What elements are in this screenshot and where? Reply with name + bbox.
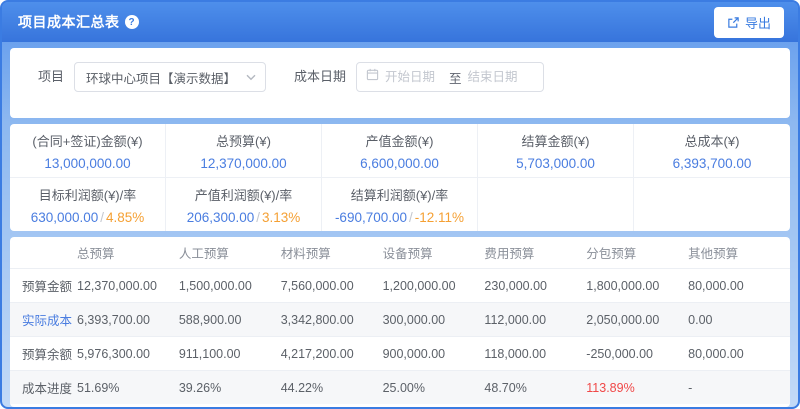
summary-label: 总成本(¥)	[685, 131, 740, 150]
content-area: 项目 环球中心项目【演示数据】 成本日期 至	[2, 42, 798, 407]
table-cell: 112,000.00	[484, 313, 586, 327]
summary-label: 结算利润额(¥)/率	[351, 185, 449, 204]
summary-cell-output-amount: 产值金额(¥) 6,600,000.00	[322, 124, 478, 177]
calendar-icon	[366, 68, 379, 86]
chevron-down-icon	[246, 68, 256, 86]
project-select[interactable]: 环球中心项目【演示数据】	[74, 62, 266, 92]
end-date-input[interactable]	[468, 70, 526, 84]
summary-label: 总预算(¥)	[216, 131, 271, 150]
summary-row-amounts: (合同+签证)金额(¥) 13,000,000.00 总预算(¥) 12,370…	[10, 124, 790, 178]
summary-label: 产值利润额(¥)/率	[195, 185, 293, 204]
summary-cell-settlement-amount: 结算金额(¥) 5,703,000.00	[478, 124, 634, 177]
summary-label: 产值金额(¥)	[366, 131, 434, 150]
summary-cell-total-budget: 总预算(¥) 12,370,000.00	[166, 124, 322, 177]
start-date-input[interactable]	[385, 70, 443, 84]
row-label: 成本进度	[22, 378, 77, 397]
table-row-budget-balance: 预算余额 5,976,300.00 911,100.00 4,217,200.0…	[10, 336, 790, 370]
summary-cell-settlement-profit: 结算利润额(¥)/率 -690,700.00/-12.11%	[322, 178, 478, 231]
help-icon[interactable]: ?	[125, 15, 139, 29]
table-header-subcontract-budget: 分包预算	[586, 243, 688, 262]
summary-cell-total-cost: 总成本(¥) 6,393,700.00	[634, 124, 790, 177]
export-button-label: 导出	[745, 13, 771, 32]
app-window: 项目成本汇总表 ? 导出 项目 环球中心项目【演示数据】	[0, 0, 800, 409]
summary-cell-empty	[634, 178, 790, 231]
table-header-expense-budget: 费用预算	[484, 243, 586, 262]
summary-profit-value: -690,700.00/-12.11%	[335, 210, 464, 225]
table-cell: 6,393,700.00	[77, 313, 179, 327]
table-header-other-budget: 其他预算	[688, 243, 790, 262]
export-icon	[727, 16, 740, 29]
summary-cell-empty	[478, 178, 634, 231]
table-cell: 80,000.00	[688, 347, 790, 361]
filter-card: 项目 环球中心项目【演示数据】 成本日期 至	[10, 48, 790, 118]
table-cell: 118,000.00	[484, 347, 586, 361]
table-cell: 2,050,000.00	[586, 313, 688, 327]
summary-row-profits: 目标利润额(¥)/率 630,000.00/4.85% 产值利润额(¥)/率 2…	[10, 178, 790, 231]
project-select-value: 环球中心项目【演示数据】	[86, 68, 236, 87]
page-title: 项目成本汇总表	[18, 12, 120, 32]
table-cell: 1,800,000.00	[586, 279, 688, 293]
summary-value: 5,703,000.00	[516, 156, 595, 171]
table-cell: 51.69%	[77, 381, 179, 395]
summary-value: 6,393,700.00	[673, 156, 752, 171]
table-cell: 230,000.00	[484, 279, 586, 293]
summary-label: (合同+签证)金额(¥)	[32, 131, 142, 150]
table-cell: 5,976,300.00	[77, 347, 179, 361]
date-range-picker[interactable]: 至	[356, 62, 544, 92]
summary-value: 12,370,000.00	[200, 156, 286, 171]
table-row-cost-progress: 成本进度 51.69% 39.26% 44.22% 25.00% 48.70% …	[10, 370, 790, 404]
table-row-budget-amount: 预算金额 12,370,000.00 1,500,000.00 7,560,00…	[10, 268, 790, 302]
summary-profit-value: 206,300.00/3.13%	[187, 210, 301, 225]
table-cell: 7,560,000.00	[281, 279, 383, 293]
summary-value: 6,600,000.00	[360, 156, 439, 171]
summary-label: 结算金额(¥)	[522, 131, 590, 150]
table-cell: -250,000.00	[586, 347, 688, 361]
title-wrap: 项目成本汇总表 ?	[18, 12, 139, 32]
summary-label: 目标利润额(¥)/率	[39, 185, 137, 204]
summary-cell-target-profit: 目标利润额(¥)/率 630,000.00/4.85%	[10, 178, 166, 231]
table-cell: -	[688, 381, 790, 395]
summary-profit-value: 630,000.00/4.85%	[31, 210, 145, 225]
table-header-labor-budget: 人工预算	[179, 243, 281, 262]
table-cell: 44.22%	[281, 381, 383, 395]
date-filter-label: 成本日期	[294, 62, 346, 92]
table-header-equipment-budget: 设备预算	[383, 243, 485, 262]
summary-cell-contract-amount: (合同+签证)金额(¥) 13,000,000.00	[10, 124, 166, 177]
table-cell: 911,100.00	[179, 347, 281, 361]
table-cell: 900,000.00	[383, 347, 485, 361]
table-header-material-budget: 材料预算	[281, 243, 383, 262]
table-cell: 3,342,800.00	[281, 313, 383, 327]
table-header-total-budget: 总预算	[77, 243, 179, 262]
summary-card: (合同+签证)金额(¥) 13,000,000.00 总预算(¥) 12,370…	[10, 124, 790, 231]
summary-cell-output-profit: 产值利润额(¥)/率 206,300.00/3.13%	[166, 178, 322, 231]
table-cell: 25.00%	[383, 381, 485, 395]
table-cell: 1,500,000.00	[179, 279, 281, 293]
table-cell: 39.26%	[179, 381, 281, 395]
table-cell: 588,900.00	[179, 313, 281, 327]
table-cell: 0.00	[688, 313, 790, 327]
budget-table-card: 总预算 人工预算 材料预算 设备预算 费用预算 分包预算 其他预算 预算金额 1…	[10, 237, 790, 407]
row-label: 预算金额	[22, 276, 77, 295]
table-cell: 12,370,000.00	[77, 279, 179, 293]
table-cell: 80,000.00	[688, 279, 790, 293]
date-range-separator: 至	[449, 68, 462, 87]
row-label: 预算余额	[22, 344, 77, 363]
top-header-bar: 项目成本汇总表 ? 导出	[2, 2, 798, 42]
export-button[interactable]: 导出	[714, 7, 784, 38]
summary-value: 13,000,000.00	[44, 156, 130, 171]
actual-cost-link[interactable]: 实际成本	[22, 310, 77, 329]
table-row-actual-cost: 实际成本 6,393,700.00 588,900.00 3,342,800.0…	[10, 302, 790, 336]
table-header-row: 总预算 人工预算 材料预算 设备预算 费用预算 分包预算 其他预算	[10, 237, 790, 268]
table-cell: 1,200,000.00	[383, 279, 485, 293]
table-cell-overrun: 113.89%	[586, 381, 688, 395]
table-cell: 4,217,200.00	[281, 347, 383, 361]
table-cell: 300,000.00	[383, 313, 485, 327]
project-filter-label: 项目	[38, 62, 64, 92]
table-cell: 48.70%	[484, 381, 586, 395]
